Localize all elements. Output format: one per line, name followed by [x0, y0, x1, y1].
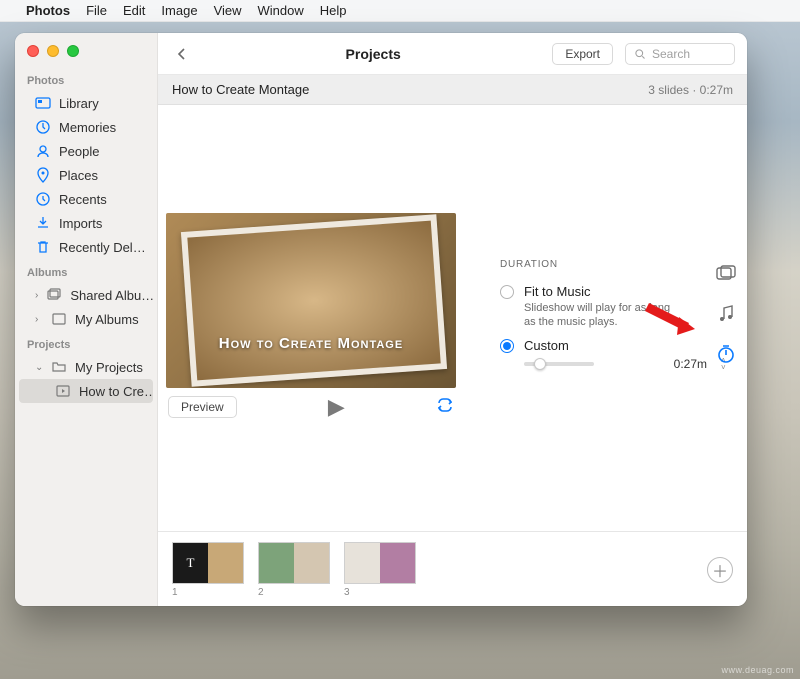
panel-tabs [715, 263, 737, 365]
menu-image[interactable]: Image [161, 3, 197, 18]
shared-album-icon [46, 287, 62, 303]
export-button[interactable]: Export [552, 43, 613, 65]
project-name: How to Create Montage [172, 82, 309, 97]
duration-slider[interactable] [524, 362, 594, 366]
library-icon [35, 95, 51, 111]
close-button[interactable] [27, 45, 39, 57]
album-icon [51, 311, 67, 327]
chevron-down-icon: ⌄ [35, 362, 43, 373]
custom-duration-option[interactable]: Custom 0:27m ˄˅ [500, 338, 733, 371]
panel-header: DURATION [500, 259, 733, 270]
chevron-right-icon: › [35, 290, 38, 301]
slide-thumb-2[interactable]: 2 [258, 542, 330, 598]
preview-controls: Preview ▶ [166, 388, 456, 426]
memories-icon [35, 119, 51, 135]
sidebar-item-project-how-to-create[interactable]: How to Cre… [19, 379, 153, 403]
filmstrip: T 1 2 3 ＋ [158, 531, 747, 606]
content: How to Create Montage Preview ▶ [158, 105, 747, 606]
radio-checked-icon [500, 339, 514, 353]
macos-menubar: Photos File Edit Image View Window Help [0, 0, 800, 22]
preview-button[interactable]: Preview [168, 396, 237, 418]
slide-thumb-3[interactable]: 3 [344, 542, 416, 598]
sidebar-item-memories[interactable]: Memories [15, 115, 157, 139]
toolbar: Projects Export Search [158, 33, 747, 75]
sidebar-item-label: How to Cre… [79, 384, 153, 399]
thumb-number: 1 [172, 587, 244, 598]
menu-edit[interactable]: Edit [123, 3, 145, 18]
app-name[interactable]: Photos [26, 3, 70, 18]
menu-file[interactable]: File [86, 3, 107, 18]
custom-label: Custom [524, 338, 733, 353]
sidebar-item-recently-deleted[interactable]: Recently Del… [15, 235, 157, 259]
music-tab-icon[interactable] [715, 303, 737, 325]
sidebar-item-label: People [59, 144, 99, 159]
slideshow-caption: How to Create Montage [166, 335, 456, 352]
plus-icon: ＋ [712, 558, 728, 582]
sidebar-item-label: My Projects [75, 360, 143, 375]
sidebar-item-label: Recents [59, 192, 107, 207]
search-placeholder: Search [652, 47, 690, 61]
photos-window: Photos Library Memories People Places Re… [15, 33, 747, 606]
sidebar-item-places[interactable]: Places [15, 163, 157, 187]
project-header: How to Create Montage 3 slides · 0:27m [158, 75, 747, 105]
duration-value: 0:27m [674, 357, 707, 371]
thumb-number: 2 [258, 587, 330, 598]
places-icon [35, 167, 51, 183]
duration-tab-icon[interactable] [715, 343, 737, 365]
sidebar-item-label: Shared Albu… [70, 288, 154, 303]
minimize-button[interactable] [47, 45, 59, 57]
menu-view[interactable]: View [214, 3, 242, 18]
project-meta: 3 slides · 0:27m [648, 83, 733, 97]
stage: How to Create Montage Preview ▶ [158, 105, 747, 426]
folder-icon [51, 359, 67, 375]
settings-panel: DURATION Fit to Music Slideshow will pla… [472, 115, 747, 426]
imports-icon [35, 215, 51, 231]
fit-to-music-label: Fit to Music [524, 284, 684, 299]
preview-column: How to Create Montage Preview ▶ [166, 115, 472, 426]
sidebar-group-projects: Projects [15, 331, 157, 355]
search-icon [634, 48, 646, 60]
slideshow-preview[interactable]: How to Create Montage [166, 213, 456, 388]
slideshow-icon [55, 383, 71, 399]
thumb-number: 3 [344, 587, 416, 598]
people-icon [35, 143, 51, 159]
annotation-arrow-icon [643, 303, 699, 337]
loop-icon[interactable] [436, 398, 454, 417]
page-title: Projects [206, 46, 540, 62]
sidebar-item-label: Imports [59, 216, 102, 231]
sidebar-item-label: Memories [59, 120, 116, 135]
sidebar-item-label: Recently Del… [59, 240, 146, 255]
menu-window[interactable]: Window [258, 3, 304, 18]
radio-unchecked-icon [500, 285, 514, 299]
add-slide-button[interactable]: ＋ [707, 557, 733, 583]
sidebar-item-library[interactable]: Library [15, 91, 157, 115]
sidebar-item-my-projects[interactable]: ⌄ My Projects [15, 355, 157, 379]
slide-thumb-1[interactable]: T 1 [172, 542, 244, 598]
search-input[interactable]: Search [625, 43, 735, 65]
play-icon[interactable]: ▶ [328, 394, 345, 420]
window-controls [15, 41, 157, 67]
sidebar-item-shared-albums[interactable]: › Shared Albu… [15, 283, 157, 307]
recents-icon [35, 191, 51, 207]
sidebar-item-recents[interactable]: Recents [15, 187, 157, 211]
trash-icon [35, 239, 51, 255]
sidebar: Photos Library Memories People Places Re… [15, 33, 158, 606]
chevron-right-icon: › [35, 314, 43, 325]
sidebar-group-photos: Photos [15, 67, 157, 91]
sidebar-item-label: Library [59, 96, 99, 111]
sidebar-item-my-albums[interactable]: › My Albums [15, 307, 157, 331]
sidebar-item-label: My Albums [75, 312, 139, 327]
theme-tab-icon[interactable] [715, 263, 737, 285]
sidebar-item-imports[interactable]: Imports [15, 211, 157, 235]
chevron-left-icon [175, 47, 189, 61]
back-button[interactable] [170, 42, 194, 66]
sidebar-group-albums: Albums [15, 259, 157, 283]
main-area: Projects Export Search How to Create Mon… [158, 33, 747, 606]
fullscreen-button[interactable] [67, 45, 79, 57]
sidebar-item-label: Places [59, 168, 98, 183]
sidebar-item-people[interactable]: People [15, 139, 157, 163]
menu-help[interactable]: Help [320, 3, 347, 18]
watermark: www.deuag.com [721, 665, 794, 675]
